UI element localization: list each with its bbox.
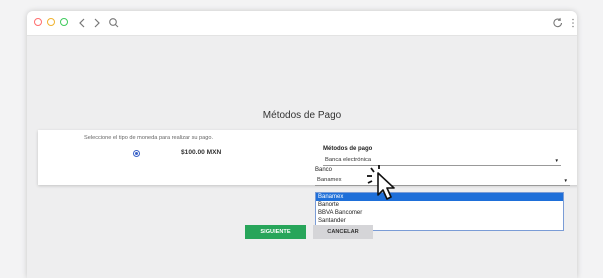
bank-label: Banco [315,167,333,173]
price-label: $100.00 MXN [181,149,222,156]
page-title: Métodos de Pago [262,110,342,121]
reload-icon[interactable] [551,15,565,31]
pointer-cursor-icon [364,162,404,202]
bank-option[interactable]: Banamex [316,193,563,201]
bank-option[interactable]: Banorte [316,201,563,209]
bank-option[interactable]: Santander [316,217,563,225]
payment-panel: Seleccione el tipo de moneda para realiz… [38,130,577,186]
forward-icon[interactable] [90,15,104,31]
chevron-down-icon: ▼ [554,158,559,163]
bank-select[interactable]: Banamex ▼ [315,177,570,186]
search-icon[interactable] [107,15,121,31]
payment-method-select[interactable]: Banca electrónica ▼ [323,157,561,166]
maximize-window-dot[interactable] [60,18,68,26]
currency-prompt: Seleccione el tipo de moneda para realiz… [84,135,214,141]
cancel-button[interactable]: CANCELAR [313,225,373,239]
currency-radio[interactable] [133,150,140,157]
minimize-window-dot[interactable] [47,18,55,26]
next-button[interactable]: SIGUIENTE [245,225,306,239]
browser-toolbar [27,11,577,36]
bank-option[interactable]: BBVA Bancomer [316,209,563,217]
browser-window: Métodos de Pago Seleccione el tipo de mo… [27,11,577,278]
close-window-dot[interactable] [34,18,42,26]
chevron-down-icon: ▼ [563,178,568,183]
payment-method-label: Métodos de pago [323,146,373,152]
menu-icon[interactable] [566,15,577,31]
bank-value: Banamex [317,177,342,183]
page-content: Métodos de Pago Seleccione el tipo de mo… [27,36,577,278]
back-icon[interactable] [75,15,89,31]
